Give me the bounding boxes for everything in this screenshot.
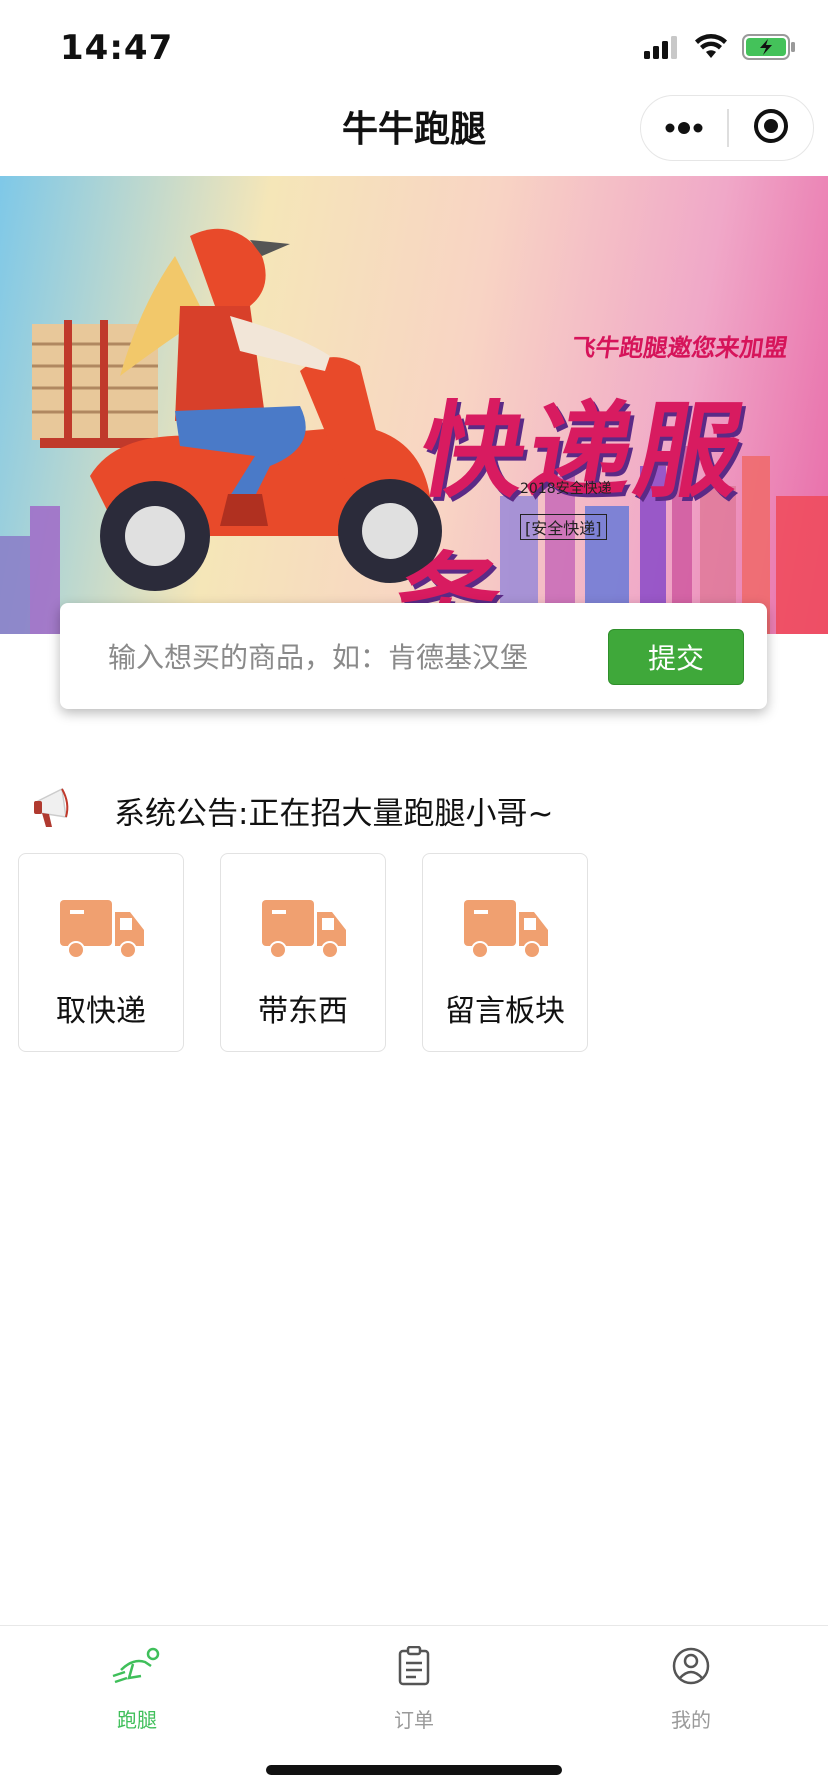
search-card: 提交 — [60, 603, 767, 709]
more-dots-icon — [664, 119, 704, 138]
banner-small-text: 2018安全快递 — [520, 481, 612, 497]
page: 14:47 牛牛跑腿 飞牛跑腿邀您来加盟 快递服务 2018安全快递 [安全快递… — [0, 0, 828, 1792]
service-deliver-items[interactable]: 带东西 — [220, 853, 386, 1052]
truck-icon — [60, 900, 144, 966]
service-pickup-express[interactable]: 取快递 — [18, 853, 184, 1052]
truck-icon — [262, 900, 346, 966]
home-indicator — [266, 1765, 562, 1775]
banner-slogan: 飞牛跑腿邀您来加盟 — [569, 334, 790, 362]
notice-text: 系统公告:正在招大量跑腿小哥~ — [114, 795, 554, 832]
service-message-board[interactable]: 留言板块 — [422, 853, 588, 1052]
profile-icon — [671, 1646, 711, 1690]
tab-profile[interactable]: 我的 — [611, 1638, 771, 1738]
more-button[interactable] — [641, 96, 727, 160]
banner-headline: 快递服务 — [384, 390, 757, 634]
tab-label: 跑腿 — [117, 1708, 157, 1732]
battery-icon — [742, 34, 796, 64]
tab-label: 我的 — [671, 1708, 711, 1732]
target-close-icon — [753, 108, 789, 148]
status-icons — [644, 34, 796, 64]
megaphone-icon — [32, 783, 78, 837]
tab-orders[interactable]: 订单 — [334, 1638, 494, 1738]
tab-label: 订单 — [394, 1708, 434, 1732]
banner[interactable]: 飞牛跑腿邀您来加盟 快递服务 2018安全快递 [安全快递] — [0, 176, 828, 634]
truck-icon — [464, 900, 548, 966]
mini-program-capsule — [640, 95, 814, 161]
submit-button[interactable]: 提交 — [608, 629, 744, 685]
status-bar: 14:47 — [0, 0, 828, 96]
signal-icon — [644, 35, 680, 63]
clipboard-icon — [397, 1645, 431, 1690]
runner-icon — [111, 1646, 163, 1690]
service-label: 留言板块 — [445, 994, 565, 1029]
search-input[interactable] — [108, 627, 628, 687]
tab-errand[interactable]: 跑腿 — [57, 1638, 217, 1738]
banner-tag: [安全快递] — [520, 514, 607, 540]
service-label: 带东西 — [258, 994, 348, 1029]
status-time: 14:47 — [60, 28, 174, 68]
wifi-icon — [694, 34, 728, 64]
close-button[interactable] — [729, 96, 814, 160]
system-notice: 系统公告:正在招大量跑腿小哥~ — [32, 780, 812, 840]
service-label: 取快递 — [56, 994, 146, 1029]
